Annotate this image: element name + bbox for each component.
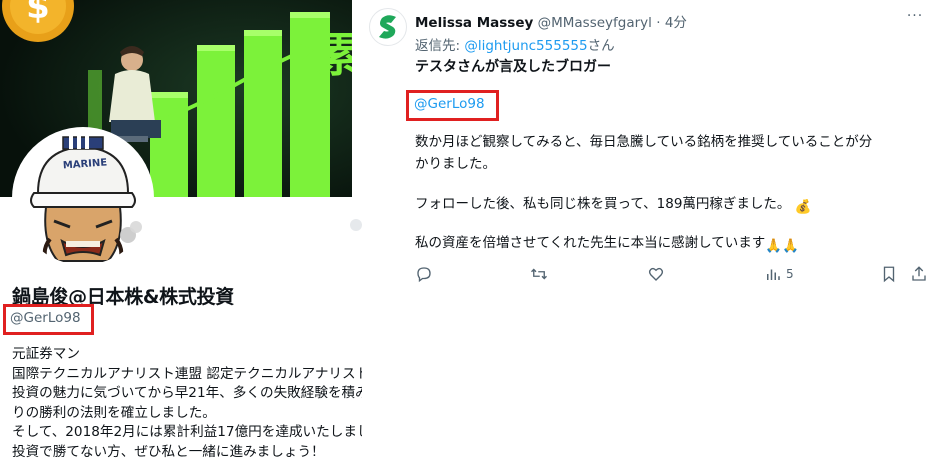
svg-text:$: $ bbox=[26, 0, 50, 27]
reply-suffix: さん bbox=[587, 38, 615, 54]
tweet-body-text: 私の資産を倍増させてくれた先生に本当に感謝しています bbox=[415, 235, 766, 251]
profile-avatar[interactable]: MARINE bbox=[12, 127, 154, 269]
moneybag-icon: 💰 bbox=[794, 199, 812, 215]
profile-panel: $ 累 MARINE 鍋島俊@日本株&株式投資 @GerLo98 元証券マン 国… bbox=[0, 0, 519, 476]
reply-tweet[interactable]: Melissa Massey @MMasseyfgaryl · 4分 ··· 返… bbox=[362, 0, 935, 476]
bio-line: 元証券マン bbox=[12, 346, 80, 362]
banner-text: 累 bbox=[316, 28, 352, 82]
tweet-actions: 5 bbox=[415, 263, 935, 285]
tweet-body-line: フォローした後、私も同じ株を買って、189萬円稼ぎました。 💰 bbox=[415, 193, 812, 218]
time-separator: · bbox=[656, 15, 661, 31]
bio-line: りの勝利の法則を確立しました。 bbox=[12, 404, 216, 421]
author-logo-icon bbox=[379, 15, 396, 39]
bio-line: 投資で勝てない方、ぜひ私と一緒に進みましょう！ bbox=[12, 443, 325, 460]
bio-line: 国際テクニカルアナリスト連盟 認定テクニカルアナリスト(CFTe®)。 bbox=[12, 365, 439, 382]
views-button[interactable]: 5 bbox=[764, 263, 794, 285]
like-icon bbox=[648, 267, 664, 281]
tweet-body-text: フォローした後、私も同じ株を買って、189萬円稼ぎました。 bbox=[415, 196, 791, 212]
tweet-author-name[interactable]: Melissa Massey bbox=[415, 15, 533, 31]
reply-to-line: 返信先: @lightjunc555555さん bbox=[415, 34, 615, 54]
tweet-author-handle[interactable]: @MMasseyfgaryl bbox=[538, 15, 652, 31]
bio-line: そして、2018年2月には累計利益17億円を達成いたしました。 bbox=[12, 424, 398, 440]
reply-button[interactable] bbox=[415, 263, 433, 285]
retweet-button[interactable] bbox=[529, 263, 549, 285]
profile-handle[interactable]: @GerLo98 bbox=[10, 310, 81, 326]
share-button[interactable] bbox=[910, 263, 928, 285]
retweet-icon bbox=[531, 268, 547, 280]
tweet-header: Melissa Massey @MMasseyfgaryl · 4分 bbox=[415, 11, 687, 31]
avatar-image bbox=[16, 131, 150, 265]
scroll-indicator[interactable] bbox=[350, 219, 362, 231]
bio-line: 投資の魅力に気づいてから早21年、多くの失敗経験を積み重ね、その結果、自分な bbox=[12, 385, 519, 401]
tweet-mention-link[interactable]: @GerLo98 bbox=[414, 96, 485, 112]
like-button[interactable] bbox=[647, 263, 665, 285]
tweet-body-line: かりました。 bbox=[415, 156, 496, 172]
more-icon[interactable]: ··· bbox=[905, 8, 925, 24]
pray-icon: 🙏🙏 bbox=[765, 238, 799, 254]
tweet-body-line: 数か月ほど観察してみると、毎日急騰している銘柄を推奨していることが分 bbox=[415, 134, 873, 150]
share-icon bbox=[912, 266, 926, 281]
tweet-author-avatar[interactable] bbox=[369, 8, 407, 46]
views-icon bbox=[767, 269, 780, 280]
bookmark-button[interactable] bbox=[880, 263, 898, 285]
views-count: 5 bbox=[786, 267, 794, 281]
reply-to-mention[interactable]: @lightjunc555555 bbox=[464, 38, 587, 54]
profile-bio: 元証券マン 国際テクニカルアナリスト連盟 認定テクニカルアナリスト(CFTe®)… bbox=[12, 345, 519, 462]
tweet-timestamp[interactable]: 4分 bbox=[665, 15, 687, 31]
reply-icon bbox=[417, 267, 431, 283]
bookmark-icon bbox=[883, 266, 895, 283]
tweet-body-line: 私の資産を倍増させてくれた先生に本当に感謝しています🙏🙏 bbox=[415, 232, 799, 257]
reply-prefix: 返信先: bbox=[415, 38, 465, 54]
tweet-title-line: テスタさんが言及したブロガー bbox=[415, 59, 611, 75]
